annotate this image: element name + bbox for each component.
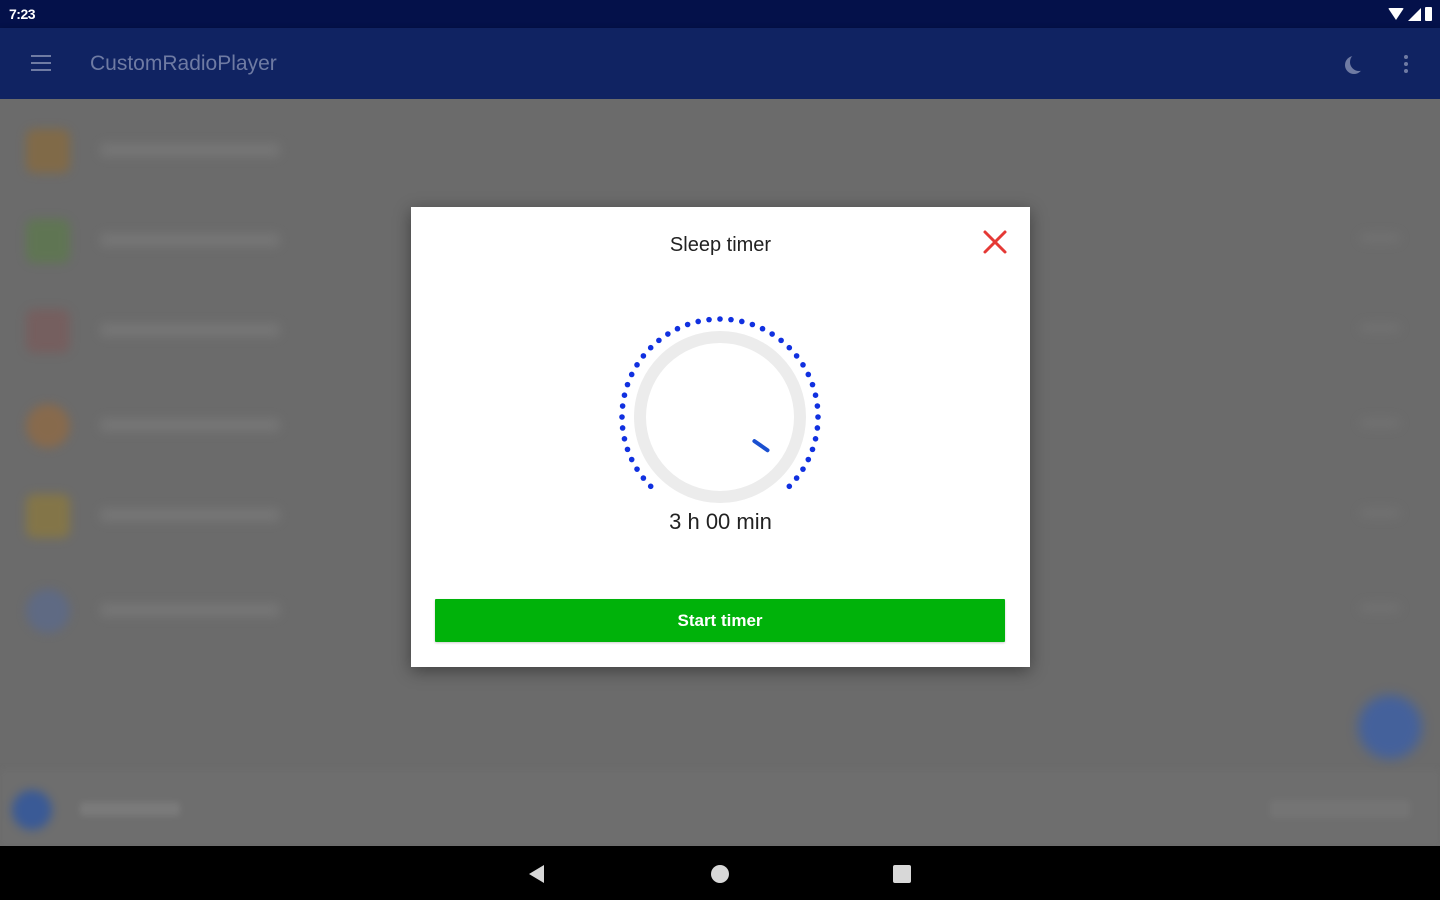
dial-dot	[728, 316, 734, 323]
station-thumbnail	[26, 129, 70, 173]
list-item-meta	[1360, 233, 1400, 243]
more-vert-icon[interactable]	[1404, 55, 1408, 76]
dial-dot	[619, 414, 625, 420]
more-dot	[1404, 69, 1408, 73]
station-thumbnail	[26, 589, 70, 633]
signal-icon	[1408, 7, 1421, 21]
station-thumbnail	[26, 404, 70, 448]
dial-dot	[786, 344, 793, 351]
timer-value: 3 h 00 min	[669, 509, 772, 534]
dial-dot	[621, 392, 628, 398]
list-item-text	[100, 143, 280, 157]
dial-dot	[812, 436, 819, 442]
close-icon[interactable]	[981, 228, 1009, 256]
dial-dot	[739, 318, 745, 325]
dial-dot	[619, 425, 626, 431]
dial-dot	[684, 321, 691, 328]
wifi-icon	[1388, 8, 1404, 20]
list-item-text	[100, 323, 280, 337]
navigation-bar	[0, 846, 1440, 900]
list-item-meta	[1360, 508, 1400, 518]
fab-button[interactable]	[1358, 695, 1422, 759]
dial-dot	[717, 316, 723, 322]
list-item[interactable]	[20, 129, 1420, 179]
menu-icon-line	[31, 55, 51, 57]
dial-dot	[786, 483, 793, 490]
dial-dot	[814, 403, 821, 409]
dial-dot	[621, 436, 628, 442]
battery-icon	[1425, 7, 1432, 21]
dial-dot	[634, 466, 640, 472]
mini-player-controls[interactable]	[1270, 800, 1410, 818]
dial-dot	[793, 475, 800, 481]
dial-dot	[812, 392, 819, 398]
start-timer-button[interactable]: Start timer	[435, 599, 1005, 642]
menu-icon[interactable]	[31, 55, 51, 71]
dial-dot	[640, 353, 647, 359]
sleep-timer-dialog: Sleep timer 3 h 00 min Start timer	[411, 207, 1030, 667]
screen: 7:23 CustomRadioPlayer Sleep timer 3 h 0…	[0, 0, 1440, 900]
dialog-title: Sleep timer	[669, 234, 772, 256]
dial-dot	[769, 331, 775, 337]
dial-dot	[624, 381, 631, 388]
more-dot	[1404, 62, 1408, 66]
menu-icon-line	[31, 69, 51, 71]
list-item-text	[100, 233, 280, 247]
list-item-meta	[1360, 323, 1400, 333]
dial-dot	[793, 353, 800, 359]
mini-player-title	[80, 802, 180, 816]
dial-dot	[665, 331, 671, 337]
dial-dot	[815, 414, 821, 420]
timer-dial[interactable]	[610, 307, 830, 507]
dial-dot	[647, 344, 654, 351]
dial-dot	[809, 446, 816, 453]
dial-dot	[624, 446, 631, 453]
mini-player-thumbnail	[12, 790, 52, 830]
dial-dot	[805, 456, 812, 463]
dial-dot	[800, 466, 806, 472]
app-title: CustomRadioPlayer	[90, 52, 277, 75]
list-item-text	[100, 508, 280, 522]
dial-dot	[814, 425, 821, 431]
dial-dot	[749, 321, 756, 328]
list-item-text	[100, 603, 280, 617]
menu-icon-line	[31, 62, 51, 64]
recents-icon[interactable]	[893, 865, 911, 883]
dial-dot	[805, 371, 812, 378]
dial-dot	[759, 325, 766, 332]
dial-dot	[809, 381, 816, 388]
dial-dot	[628, 371, 635, 378]
list-item-text	[100, 418, 280, 432]
status-icons	[1388, 7, 1432, 21]
dial-dot	[800, 362, 806, 368]
dial-dot	[647, 483, 654, 490]
status-bar: 7:23	[0, 0, 1440, 28]
dial-dot	[628, 456, 635, 463]
status-time: 7:23	[9, 6, 36, 22]
dial-dot	[695, 318, 701, 325]
night-mode-icon[interactable]	[1350, 53, 1368, 71]
dial-dot	[674, 325, 681, 332]
station-thumbnail	[26, 494, 70, 538]
list-item-meta	[1360, 418, 1400, 428]
list-item-meta	[1360, 603, 1400, 613]
more-dot	[1404, 55, 1408, 59]
station-thumbnail	[26, 219, 70, 263]
dial-dot	[640, 475, 647, 481]
dial-dot	[656, 337, 662, 344]
dial-dot	[706, 316, 712, 323]
dial-dot	[634, 362, 640, 368]
dial-track	[634, 331, 806, 503]
back-icon[interactable]	[529, 865, 544, 883]
mini-player[interactable]	[0, 770, 1440, 846]
app-bar: CustomRadioPlayer	[0, 28, 1440, 99]
dial-dot	[619, 403, 626, 409]
home-icon[interactable]	[711, 865, 729, 883]
dial-dot	[778, 337, 784, 344]
station-thumbnail	[26, 309, 70, 353]
